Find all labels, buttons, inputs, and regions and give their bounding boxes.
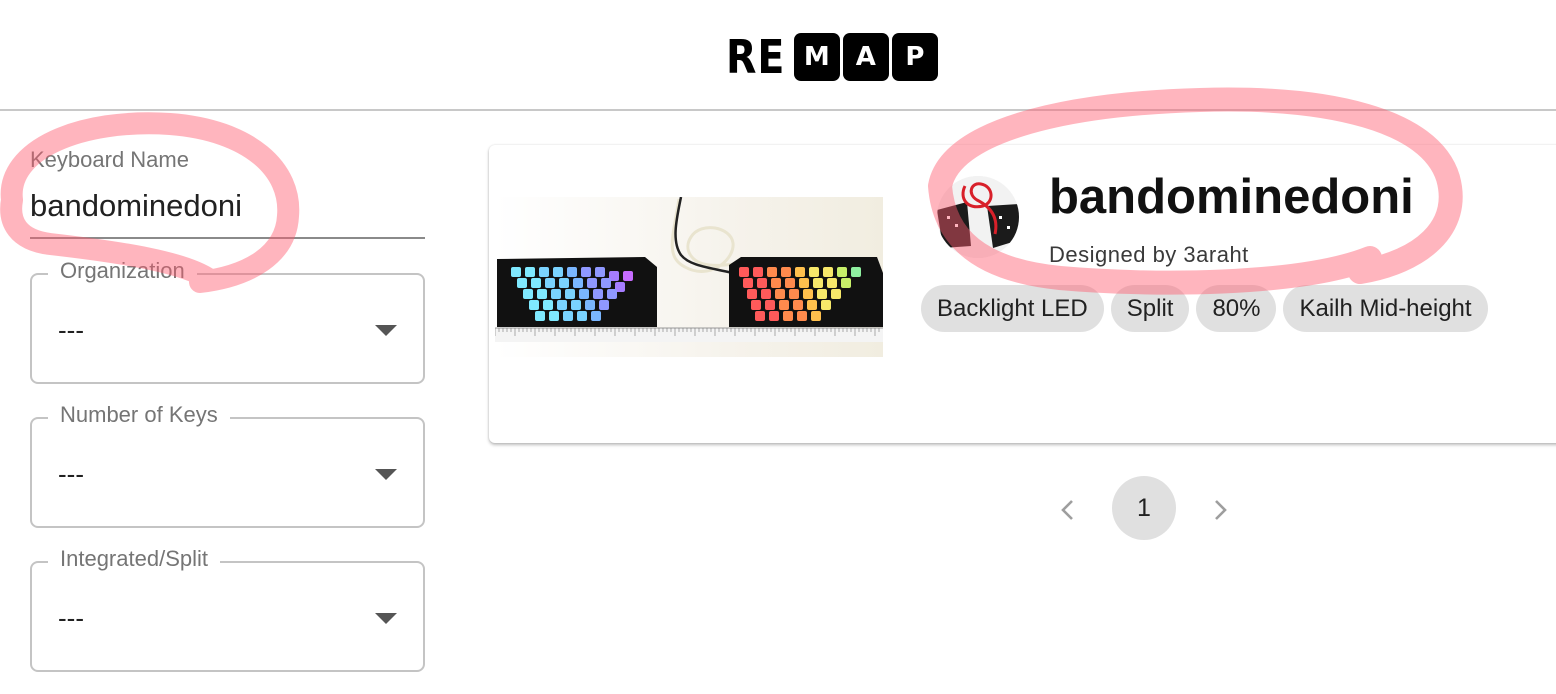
number-of-keys-label: Number of Keys [48, 402, 230, 428]
logo-letter-m: M [793, 33, 840, 81]
app-header: RE M A P [0, 0, 1556, 111]
tag-chip[interactable]: Kailh Mid-height [1283, 285, 1488, 332]
keyboard-title[interactable]: bandominedoni [1049, 169, 1414, 225]
keyboard-name-underline [30, 237, 425, 239]
integrated-split-value: --- [58, 603, 84, 633]
caret-down-icon [375, 469, 397, 480]
tag-chip[interactable]: Split [1110, 285, 1190, 332]
logo-prefix: RE [726, 30, 786, 84]
integrated-split-select[interactable]: Integrated/Split --- [30, 546, 425, 672]
chevron-left-icon[interactable] [1048, 490, 1088, 530]
organization-label: Organization [48, 258, 197, 284]
designer-avatar [937, 176, 1019, 258]
organization-select[interactable]: Organization --- [30, 258, 425, 384]
logo-letter-p: P [891, 33, 938, 81]
keyboard-name-input[interactable]: bandominedoni [30, 188, 242, 224]
keyboard-card[interactable]: bandominedoni Designed by 3araht Backlig… [489, 145, 1556, 443]
keyboard-name-label: Keyboard Name [30, 147, 189, 172]
keyboard-photo [495, 197, 883, 357]
tag-chip[interactable]: 80% [1196, 285, 1277, 332]
caret-down-icon [375, 325, 397, 336]
tag-chip[interactable]: Backlight LED [921, 285, 1104, 332]
designer-credit: Designed by 3araht [1049, 242, 1249, 267]
integrated-split-label: Integrated/Split [48, 546, 220, 572]
number-of-keys-value: --- [58, 459, 84, 489]
chevron-right-icon[interactable] [1200, 490, 1240, 530]
tag-list: Backlight LED Split 80% Kailh Mid-height [921, 285, 1488, 332]
number-of-keys-select[interactable]: Number of Keys --- [30, 402, 425, 528]
page-button[interactable]: 1 [1112, 476, 1176, 540]
logo-letter-a: A [842, 33, 889, 81]
app-root: RE M A P Keyboard Name bandominedoni Org… [0, 0, 1556, 694]
organization-value: --- [58, 315, 84, 345]
remap-logo[interactable]: RE M A P [726, 32, 938, 82]
caret-down-icon [375, 613, 397, 624]
